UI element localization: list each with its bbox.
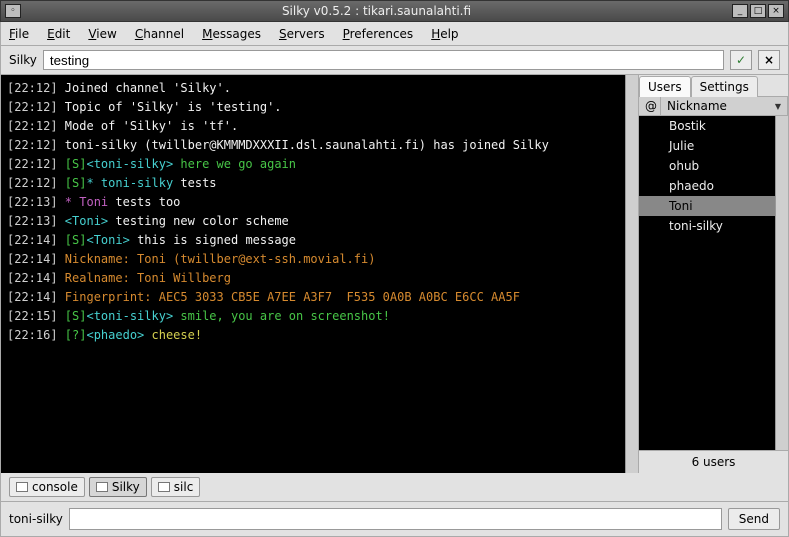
channel-tabs: console Silky silc	[0, 473, 789, 502]
chat-line: [22:14] Fingerprint: AEC5 3033 CB5E A7EE…	[7, 288, 619, 307]
menu-view[interactable]: View	[88, 27, 116, 41]
chat-line: [22:14] Nickname: Toni (twillber@ext-ssh…	[7, 250, 619, 269]
check-icon: ✓	[736, 53, 746, 67]
chat-line: [22:12] Mode of 'Silky' is 'tf'.	[7, 117, 619, 136]
chat-line: [22:12] toni-silky (twillber@KMMMDXXXII.…	[7, 136, 619, 155]
window-icon	[16, 482, 28, 492]
chat-line: [22:12] Topic of 'Silky' is 'testing'.	[7, 98, 619, 117]
menu-edit[interactable]: Edit	[47, 27, 70, 41]
channel-tab-label: console	[32, 480, 78, 494]
chat-scrollbar[interactable]	[625, 75, 638, 473]
send-button[interactable]: Send	[728, 508, 780, 530]
chat-log[interactable]: [22:12] Joined channel 'Silky'.[22:12] T…	[1, 75, 625, 473]
menu-file[interactable]: File	[9, 27, 29, 41]
message-input[interactable]	[69, 508, 722, 530]
menu-servers[interactable]: Servers	[279, 27, 325, 41]
topic-row: Silky ✓ ×	[0, 46, 789, 75]
userlist-item[interactable]: ohub	[639, 156, 775, 176]
menu-messages[interactable]: Messages	[202, 27, 261, 41]
menu-preferences[interactable]: Preferences	[343, 27, 414, 41]
channel-tab[interactable]: silc	[151, 477, 201, 497]
chat-line: [22:14] Realname: Toni Willberg	[7, 269, 619, 288]
menu-help[interactable]: Help	[431, 27, 458, 41]
sidebar-right: Users Settings @ Nickname ▼ BostikJulieo…	[638, 75, 788, 473]
userlist-item[interactable]: Julie	[639, 136, 775, 156]
window-icon	[158, 482, 170, 492]
chat-line: [22:12] Joined channel 'Silky'.	[7, 79, 619, 98]
channel-tab-label: Silky	[112, 480, 140, 494]
window-title: Silky v0.5.2 : tikari.saunalahti.fi	[21, 4, 732, 18]
close-icon: ×	[764, 53, 774, 67]
chat-line: [22:13] <Toni> testing new color scheme	[7, 212, 619, 231]
userlist-col-mode[interactable]: @	[639, 97, 661, 115]
userlist-scrollbar[interactable]	[775, 116, 788, 450]
tab-users[interactable]: Users	[639, 76, 691, 97]
userlist-item[interactable]: Bostik	[639, 116, 775, 136]
chat-line: [22:14] [S]<Toni> this is signed message	[7, 231, 619, 250]
entry-row: toni-silky Send	[0, 502, 789, 537]
channel-tab-label: silc	[174, 480, 194, 494]
topic-channel-label: Silky	[9, 53, 37, 67]
topic-accept-button[interactable]: ✓	[730, 50, 752, 70]
chevron-down-icon: ▼	[775, 102, 781, 111]
userlist-header: @ Nickname ▼	[639, 97, 788, 116]
userlist-item[interactable]: toni-silky	[639, 216, 775, 236]
window-icon	[96, 482, 108, 492]
tab-settings[interactable]: Settings	[691, 76, 758, 97]
userlist: BostikJulieohubphaedoTonitoni-silky	[639, 116, 775, 450]
topic-close-button[interactable]: ×	[758, 50, 780, 70]
window-titlebar: ◦ Silky v0.5.2 : tikari.saunalahti.fi _ …	[0, 0, 789, 22]
chat-line: [22:16] [?]<phaedo> cheese!	[7, 326, 619, 345]
userlist-item[interactable]: phaedo	[639, 176, 775, 196]
userlist-item[interactable]: Toni	[639, 196, 775, 216]
topic-input[interactable]	[43, 50, 724, 70]
chat-line: [22:12] [S]* toni-silky tests	[7, 174, 619, 193]
main-body: [22:12] Joined channel 'Silky'.[22:12] T…	[0, 75, 789, 473]
user-count: 6 users	[639, 450, 788, 473]
channel-tab[interactable]: console	[9, 477, 85, 497]
chat-line: [22:13] * Toni tests too	[7, 193, 619, 212]
menubar: File Edit View Channel Messages Servers …	[0, 22, 789, 46]
userlist-col-nick[interactable]: Nickname ▼	[661, 97, 788, 115]
channel-tab[interactable]: Silky	[89, 477, 147, 497]
maximize-button[interactable]: □	[750, 4, 766, 18]
window-menu-icon[interactable]: ◦	[5, 4, 21, 18]
close-window-button[interactable]: ×	[768, 4, 784, 18]
minimize-button[interactable]: _	[732, 4, 748, 18]
chat-line: [22:15] [S]<toni-silky> smile, you are o…	[7, 307, 619, 326]
menu-channel[interactable]: Channel	[135, 27, 184, 41]
chat-line: [22:12] [S]<toni-silky> here we go again	[7, 155, 619, 174]
right-tabs: Users Settings	[639, 75, 788, 97]
chat-area-wrap: [22:12] Joined channel 'Silky'.[22:12] T…	[1, 75, 638, 473]
entry-nick: toni-silky	[9, 512, 63, 526]
